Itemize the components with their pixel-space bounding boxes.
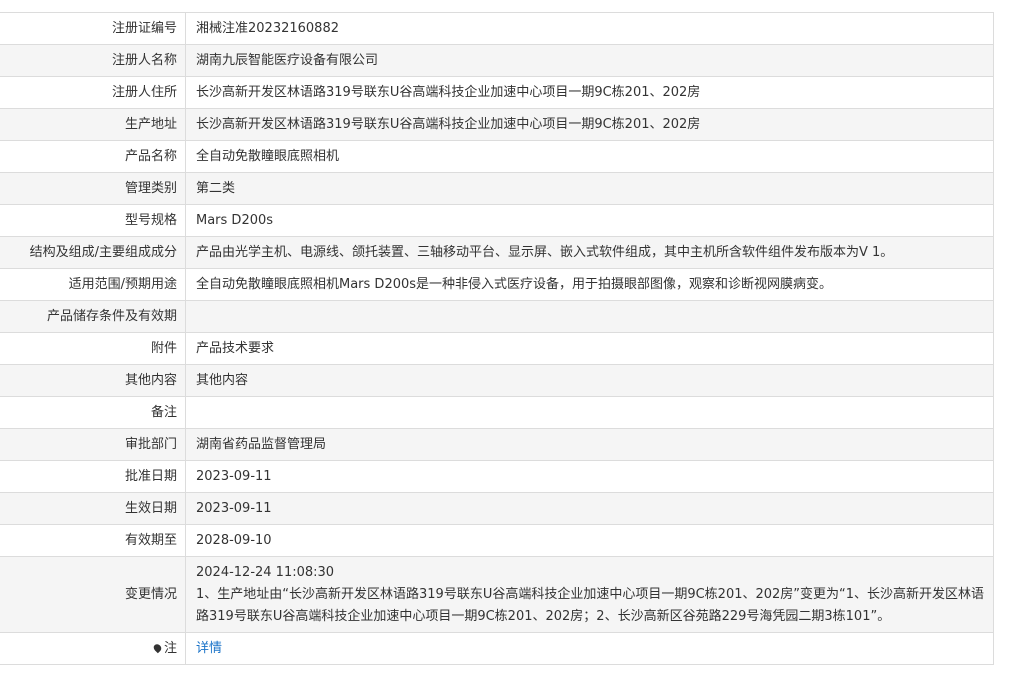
field-value: 第二类 bbox=[185, 172, 994, 205]
field-label: 注册证编号 bbox=[0, 12, 186, 45]
row-effective-date: 生效日期 2023-09-11 bbox=[0, 492, 994, 525]
row-storage-validity: 产品储存条件及有效期 bbox=[0, 300, 994, 333]
row-product-name: 产品名称 全自动免散瞳眼底照相机 bbox=[0, 140, 994, 173]
field-value: 2023-09-11 bbox=[185, 460, 994, 493]
field-value: 2023-09-11 bbox=[185, 492, 994, 525]
field-label: 型号规格 bbox=[0, 204, 186, 237]
row-approval-department: 审批部门 湖南省药品监督管理局 bbox=[0, 428, 994, 461]
field-label: 批准日期 bbox=[0, 460, 186, 493]
field-label: 生产地址 bbox=[0, 108, 186, 141]
registration-detail: 注册证编号 湘械注准20232160882 注册人名称 湖南九辰智能医疗设备有限… bbox=[0, 12, 994, 665]
field-value: 产品技术要求 bbox=[185, 332, 994, 365]
row-production-address: 生产地址 长沙高新开发区林语路319号联东U谷高端科技企业加速中心项目一期9C栋… bbox=[0, 108, 994, 141]
field-value: 产品由光学主机、电源线、颌托装置、三轴移动平台、显示屏、嵌入式软件组成，其中主机… bbox=[185, 236, 994, 269]
row-attachment: 附件 产品技术要求 bbox=[0, 332, 994, 365]
row-model-spec: 型号规格 Mars D200s bbox=[0, 204, 994, 237]
field-label: 注册人住所 bbox=[0, 76, 186, 109]
field-value: 长沙高新开发区林语路319号联东U谷高端科技企业加速中心项目一期9C栋201、2… bbox=[185, 76, 994, 109]
row-approval-date: 批准日期 2023-09-11 bbox=[0, 460, 994, 493]
field-value bbox=[185, 396, 994, 429]
field-label: 有效期至 bbox=[0, 524, 186, 557]
field-value: 湘械注准20232160882 bbox=[185, 12, 994, 45]
field-value: Mars D200s bbox=[185, 204, 994, 237]
scrollbar[interactable] bbox=[1011, 0, 1023, 676]
row-registrant-address: 注册人住所 长沙高新开发区林语路319号联东U谷高端科技企业加速中心项目一期9C… bbox=[0, 76, 994, 109]
field-value: 长沙高新开发区林语路319号联东U谷高端科技企业加速中心项目一期9C栋201、2… bbox=[185, 108, 994, 141]
row-other-content: 其他内容 其他内容 bbox=[0, 364, 994, 397]
field-value: 湖南九辰智能医疗设备有限公司 bbox=[185, 44, 994, 77]
pin-icon bbox=[152, 642, 163, 653]
note-label: 注 bbox=[163, 640, 177, 656]
field-label: 生效日期 bbox=[0, 492, 186, 525]
field-label: 注册人名称 bbox=[0, 44, 186, 77]
note-value: 详情 bbox=[185, 632, 994, 665]
field-label: 产品储存条件及有效期 bbox=[0, 300, 186, 333]
change-timestamp: 2024-12-24 11:08:30 bbox=[196, 564, 335, 580]
row-registrant-name: 注册人名称 湖南九辰智能医疗设备有限公司 bbox=[0, 44, 994, 77]
row-structure-composition: 结构及组成/主要组成成分 产品由光学主机、电源线、颌托装置、三轴移动平台、显示屏… bbox=[0, 236, 994, 269]
field-label: 产品名称 bbox=[0, 140, 186, 173]
field-label: 适用范围/预期用途 bbox=[0, 268, 186, 301]
field-label: 其他内容 bbox=[0, 364, 186, 397]
field-label: 结构及组成/主要组成成分 bbox=[0, 236, 186, 269]
row-note: 注 详情 bbox=[0, 632, 994, 665]
field-value: 湖南省药品监督管理局 bbox=[185, 428, 994, 461]
field-value bbox=[185, 300, 994, 333]
field-label: 审批部门 bbox=[0, 428, 186, 461]
row-remarks: 备注 bbox=[0, 396, 994, 429]
row-registration-number: 注册证编号 湘械注准20232160882 bbox=[0, 12, 994, 45]
field-label: 变更情况 bbox=[0, 556, 186, 633]
change-history-value: 2024-12-24 11:08:30 1、生产地址由“长沙高新开发区林语路31… bbox=[185, 556, 994, 633]
row-management-class: 管理类别 第二类 bbox=[0, 172, 994, 205]
field-value: 全自动免散瞳眼底照相机Mars D200s是一种非侵入式医疗设备，用于拍摄眼部图… bbox=[185, 268, 994, 301]
row-intended-use: 适用范围/预期用途 全自动免散瞳眼底照相机Mars D200s是一种非侵入式医疗… bbox=[0, 268, 994, 301]
row-change-history: 变更情况 2024-12-24 11:08:30 1、生产地址由“长沙高新开发区… bbox=[0, 556, 994, 633]
field-value: 全自动免散瞳眼底照相机 bbox=[185, 140, 994, 173]
field-label: 附件 bbox=[0, 332, 186, 365]
note-label-cell: 注 bbox=[0, 632, 186, 665]
details-link[interactable]: 详情 bbox=[196, 641, 222, 656]
registration-table: 注册证编号 湘械注准20232160882 注册人名称 湖南九辰智能医疗设备有限… bbox=[0, 12, 994, 665]
field-label: 备注 bbox=[0, 396, 186, 429]
change-description: 1、生产地址由“长沙高新开发区林语路319号联东U谷高端科技企业加速中心项目一期… bbox=[196, 586, 985, 624]
field-value: 2028-09-10 bbox=[185, 524, 994, 557]
field-value: 其他内容 bbox=[185, 364, 994, 397]
field-label: 管理类别 bbox=[0, 172, 186, 205]
row-expiry-date: 有效期至 2028-09-10 bbox=[0, 524, 994, 557]
